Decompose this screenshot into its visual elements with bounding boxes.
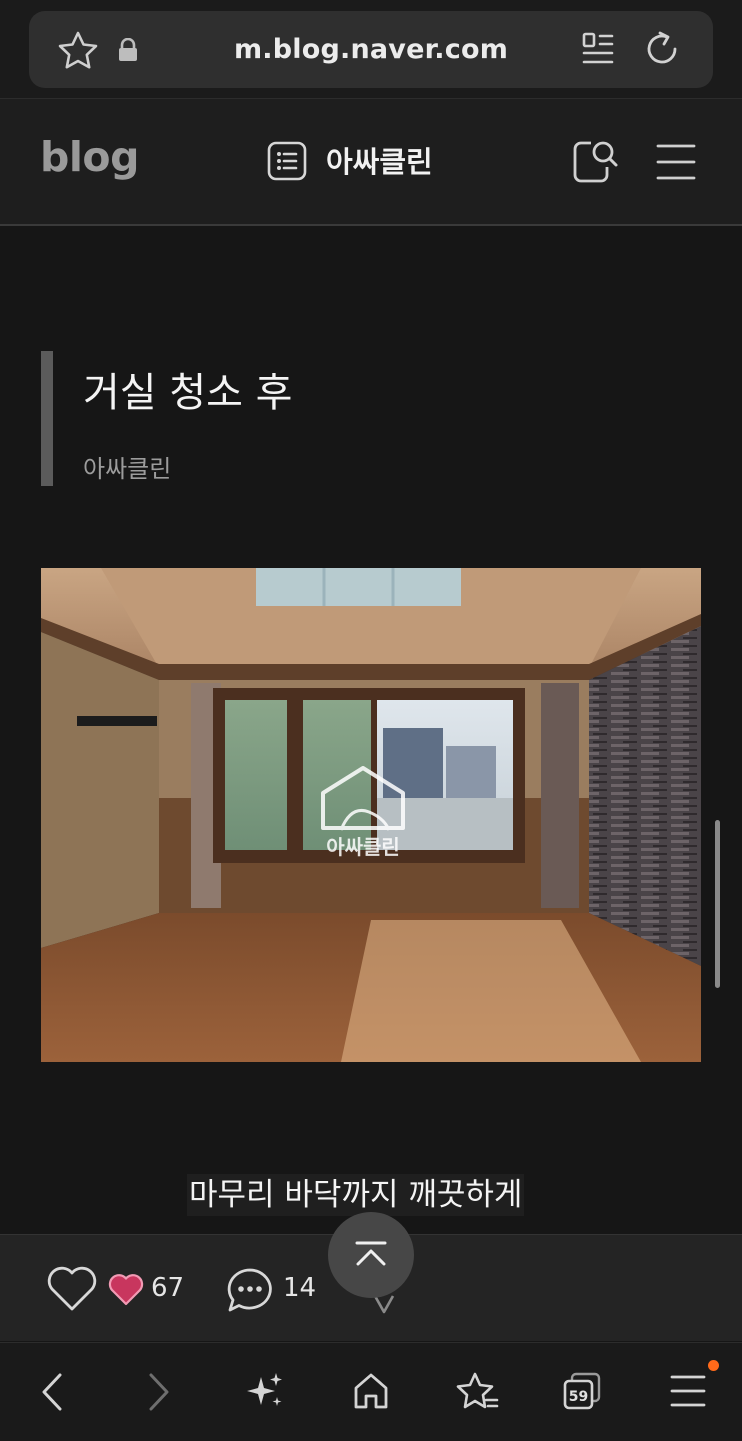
browser-bottom-nav: 59 bbox=[0, 1342, 742, 1441]
post-photo[interactable]: 아싸클린 bbox=[41, 568, 701, 1062]
nav-home-button[interactable] bbox=[326, 1343, 416, 1441]
liked-heart-icon bbox=[108, 1274, 144, 1306]
menu-icon[interactable] bbox=[656, 143, 696, 181]
menu-notification-dot bbox=[708, 1360, 719, 1371]
scroll-to-top-button[interactable] bbox=[328, 1212, 414, 1298]
scroll-top-icon bbox=[355, 1241, 387, 1266]
nav-menu-button[interactable] bbox=[642, 1343, 732, 1441]
back-arrow-icon bbox=[42, 1373, 62, 1411]
post-list-icon[interactable] bbox=[266, 140, 308, 182]
watermark-text: 아싸클린 bbox=[326, 835, 400, 859]
post-author[interactable]: 아싸클린 bbox=[83, 449, 171, 484]
forward-arrow-icon bbox=[149, 1373, 169, 1411]
blog-name[interactable]: 아싸클린 bbox=[326, 139, 433, 181]
comment-count: 14 bbox=[283, 1273, 317, 1303]
nav-ai-button[interactable] bbox=[220, 1343, 310, 1441]
bookmarks-star-icon bbox=[456, 1372, 499, 1409]
blog-header: blog 아싸클린 bbox=[0, 99, 742, 226]
hamburger-menu-icon bbox=[670, 1375, 706, 1407]
living-room-photo: 아싸클린 bbox=[41, 568, 701, 1062]
sparkle-icon bbox=[247, 1373, 282, 1406]
search-icon[interactable] bbox=[571, 137, 619, 185]
comment-icon[interactable] bbox=[225, 1266, 275, 1314]
tab-count: 59 bbox=[569, 1389, 588, 1405]
like-heart-icon[interactable] bbox=[46, 1265, 98, 1313]
quote-bar bbox=[41, 351, 53, 486]
blog-logo[interactable]: blog bbox=[40, 133, 139, 181]
nav-forward-button[interactable] bbox=[115, 1343, 205, 1441]
browser-toolbar: m.blog.naver.com bbox=[0, 0, 742, 99]
tabs-icon: 59 bbox=[563, 1372, 601, 1410]
page-scrollbar[interactable] bbox=[715, 820, 720, 988]
like-count: 67 bbox=[151, 1273, 185, 1303]
nav-tabs-button[interactable]: 59 bbox=[536, 1343, 626, 1441]
address-bar[interactable]: m.blog.naver.com bbox=[29, 11, 713, 88]
reader-mode-icon[interactable] bbox=[581, 31, 615, 67]
nav-bookmarks-button[interactable] bbox=[430, 1343, 520, 1441]
home-icon bbox=[354, 1373, 388, 1409]
nav-back-button[interactable] bbox=[6, 1343, 96, 1441]
reload-icon[interactable] bbox=[643, 29, 683, 69]
post-title: 거실 청소 후 bbox=[83, 370, 293, 416]
post-caption: 마무리 바닥까지 깨끗하게 bbox=[187, 1174, 525, 1216]
